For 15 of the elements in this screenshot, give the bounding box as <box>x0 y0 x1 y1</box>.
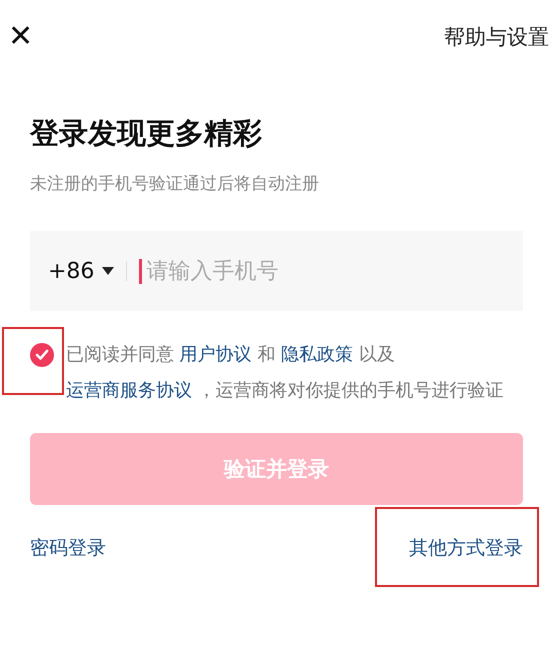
agreement-checkbox[interactable] <box>30 343 54 367</box>
phone-input-field[interactable]: 请输入手机号 <box>139 258 505 284</box>
agreement-link[interactable]: 运营商服务协议 <box>66 380 192 401</box>
login-option-link[interactable]: 密码登录 <box>30 537 106 559</box>
close-button[interactable]: ✕ <box>8 22 33 52</box>
checkmark-icon <box>35 349 49 361</box>
page-title: 登录发现更多精彩 <box>30 115 263 152</box>
country-code-dropdown[interactable]: +86 <box>48 258 114 284</box>
help-settings-link[interactable]: 帮助与设置 <box>444 23 549 51</box>
caret-icon <box>102 267 114 275</box>
agreement-text: 已阅读并同意 用户协议 和 隐私政策 以及 运营商服务协议 ，运营商将对你提供的手机号进行验证 <box>66 343 505 403</box>
agreement-link[interactable]: 用户协议 <box>180 344 252 365</box>
subtitle: 未注册的手机号验证通过后将自动注册 <box>30 173 320 195</box>
agreement-link[interactable]: 隐私政策 <box>281 344 354 365</box>
login-option-link[interactable]: 其他方式登录 <box>409 537 523 559</box>
